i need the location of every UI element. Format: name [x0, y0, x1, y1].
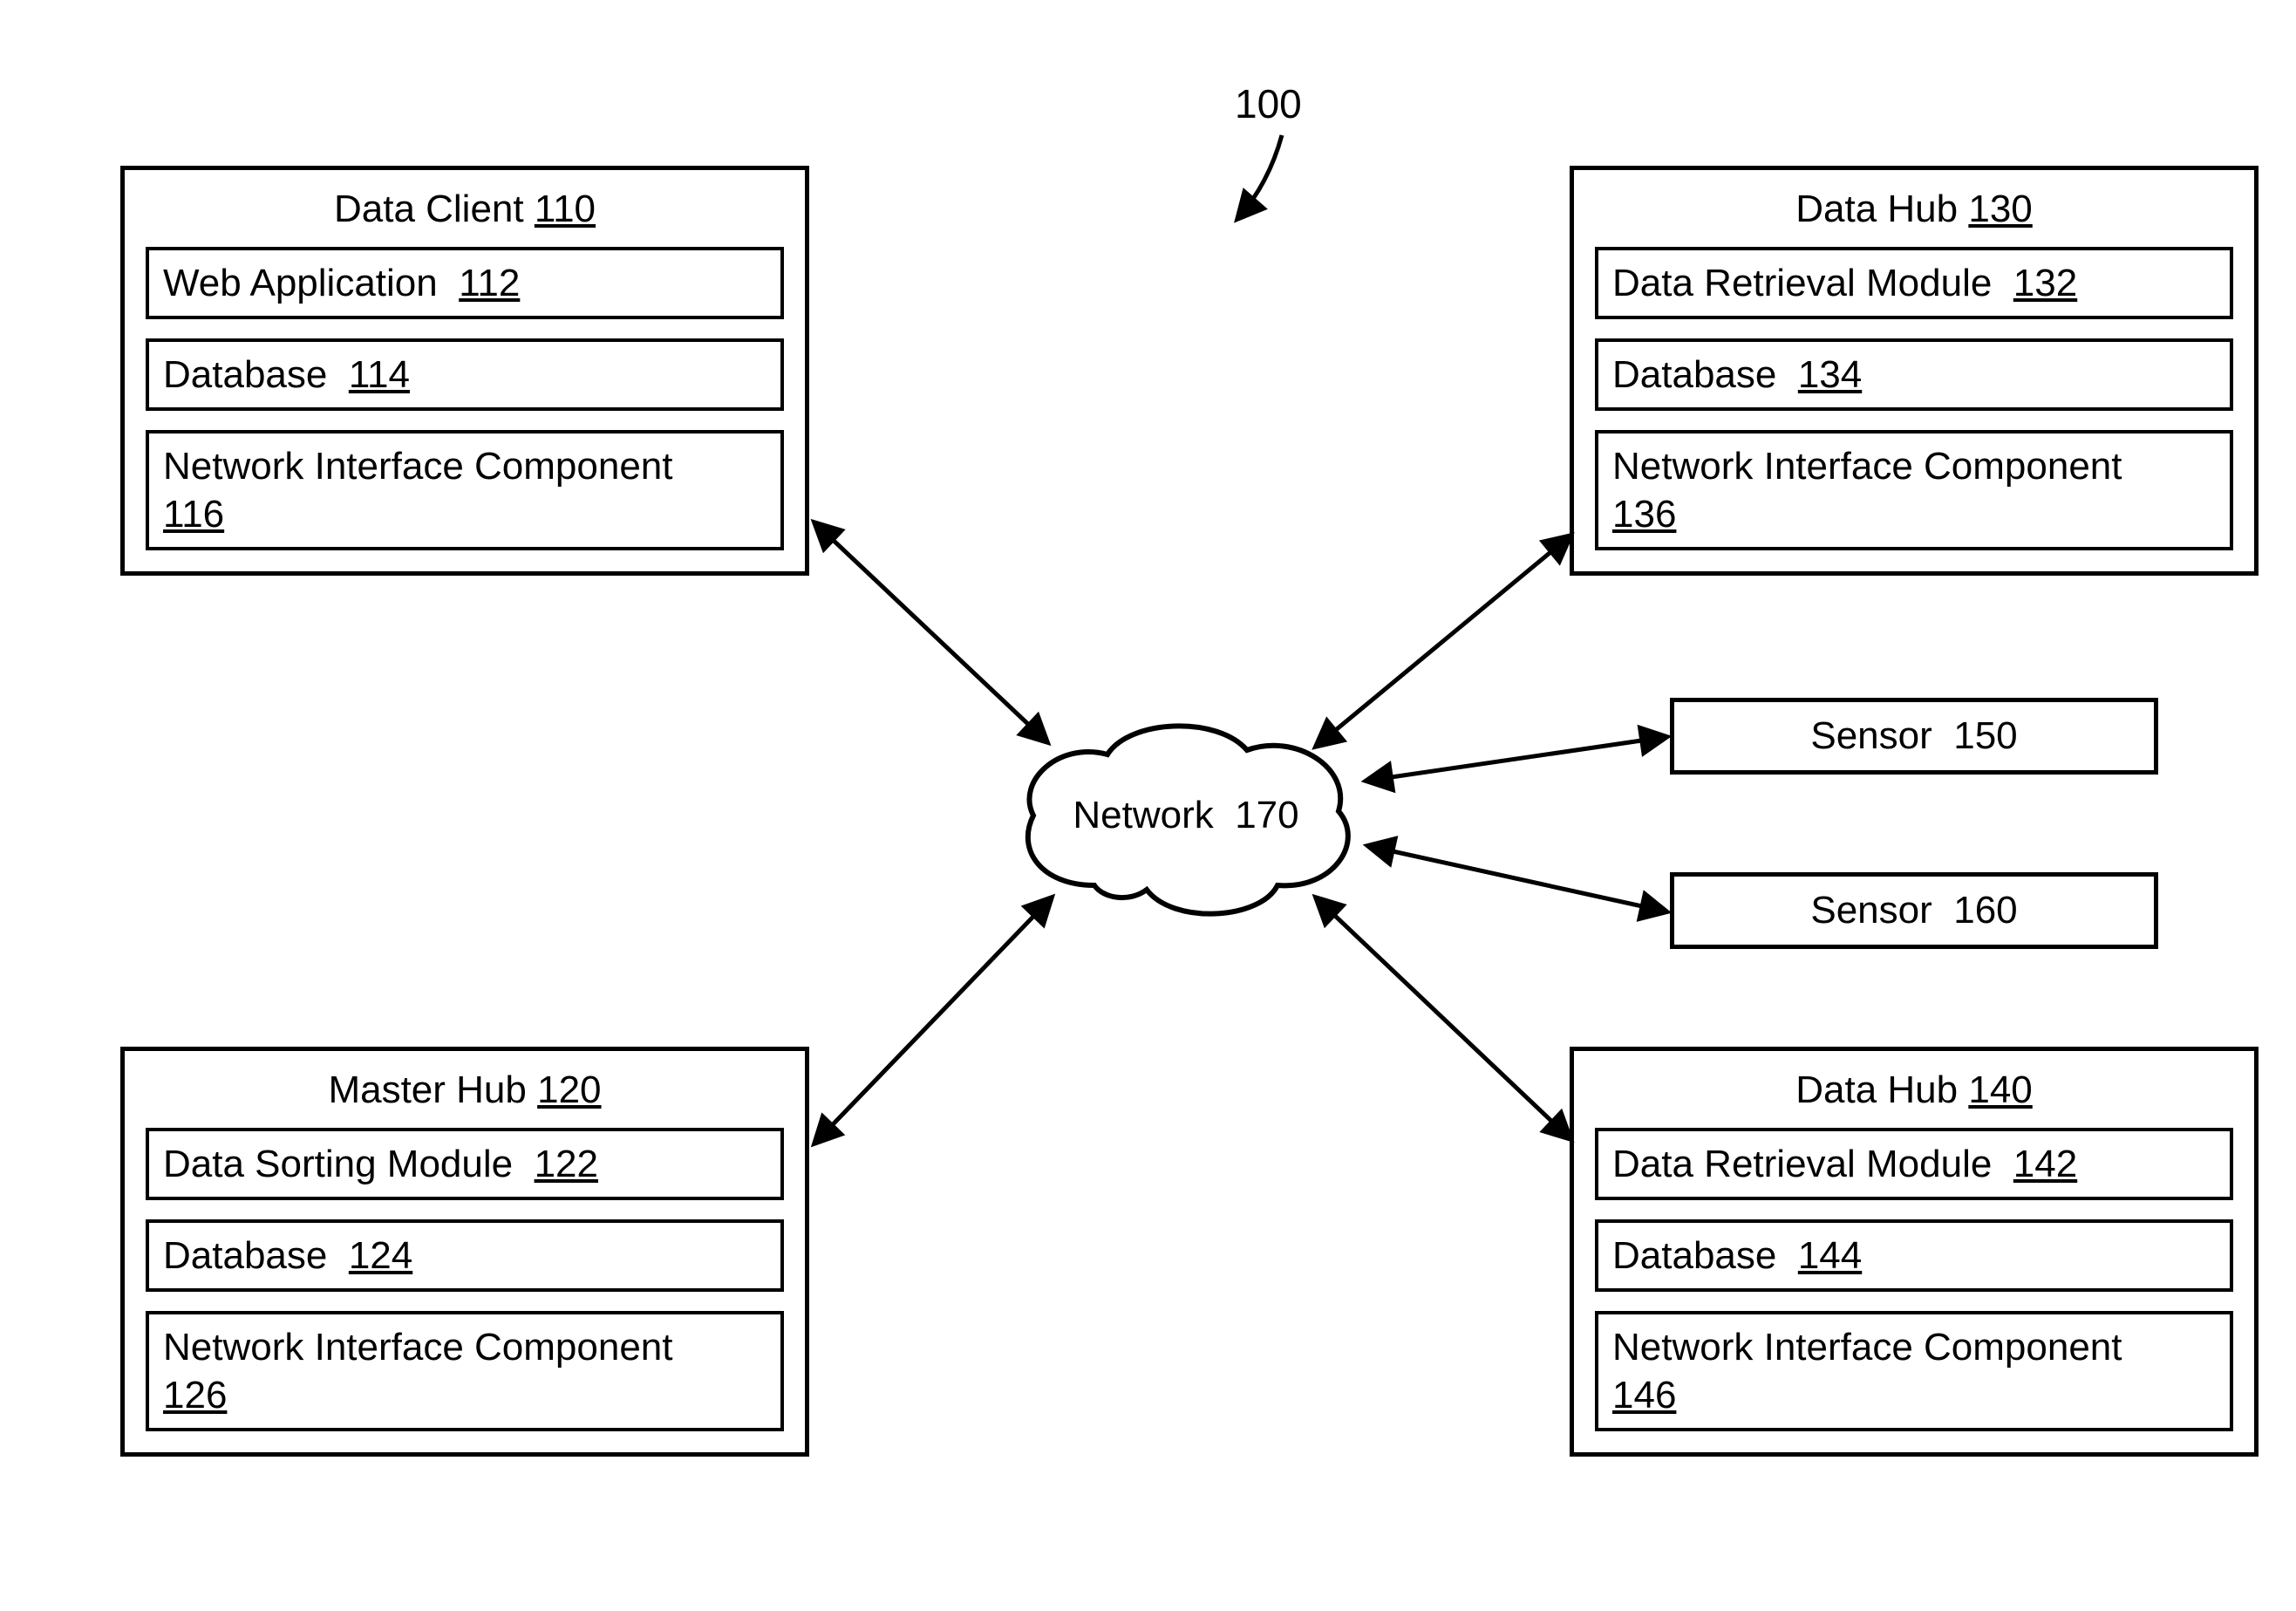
figure-reference: 100: [1235, 80, 1302, 127]
network-cloud: Network 170: [998, 702, 1373, 929]
sensor-160-box: Sensor 160: [1670, 872, 2158, 949]
master-hub-item-sorting: Data Sorting Module 122: [146, 1128, 784, 1200]
data-hub-140-title: Data Hub 140: [1595, 1068, 2233, 1112]
master-hub-box: Master Hub 120 Data Sorting Module 122 D…: [120, 1047, 809, 1457]
data-client-item-nic: Network Interface Component116: [146, 430, 784, 550]
data-hub-130-item-retrieval: Data Retrieval Module 132: [1595, 247, 2233, 319]
data-client-item-web-app: Web Application 112: [146, 247, 784, 319]
data-hub-140-item-database: Database 144: [1595, 1219, 2233, 1292]
diagram-canvas: 100 Data Client 110 Web Application 112 …: [0, 0, 2296, 1611]
data-hub-140-item-retrieval: Data Retrieval Module 142: [1595, 1128, 2233, 1200]
master-hub-item-nic: Network Interface Component126: [146, 1311, 784, 1431]
data-hub-140-box: Data Hub 140 Data Retrieval Module 142 D…: [1570, 1047, 2259, 1457]
data-hub-130-title: Data Hub 130: [1595, 188, 2233, 231]
data-client-item-database: Database 114: [146, 338, 784, 411]
data-hub-130-box: Data Hub 130 Data Retrieval Module 132 D…: [1570, 166, 2259, 576]
sensor-150-box: Sensor 150: [1670, 698, 2158, 775]
data-hub-130-item-database: Database 134: [1595, 338, 2233, 411]
network-cloud-label: Network 170: [998, 794, 1373, 837]
data-client-title: Data Client 110: [146, 188, 784, 231]
data-hub-140-item-nic: Network Interface Component146: [1595, 1311, 2233, 1431]
master-hub-item-database: Database 124: [146, 1219, 784, 1292]
master-hub-title: Master Hub 120: [146, 1068, 784, 1112]
data-client-box: Data Client 110 Web Application 112 Data…: [120, 166, 809, 576]
data-hub-130-item-nic: Network Interface Component136: [1595, 430, 2233, 550]
